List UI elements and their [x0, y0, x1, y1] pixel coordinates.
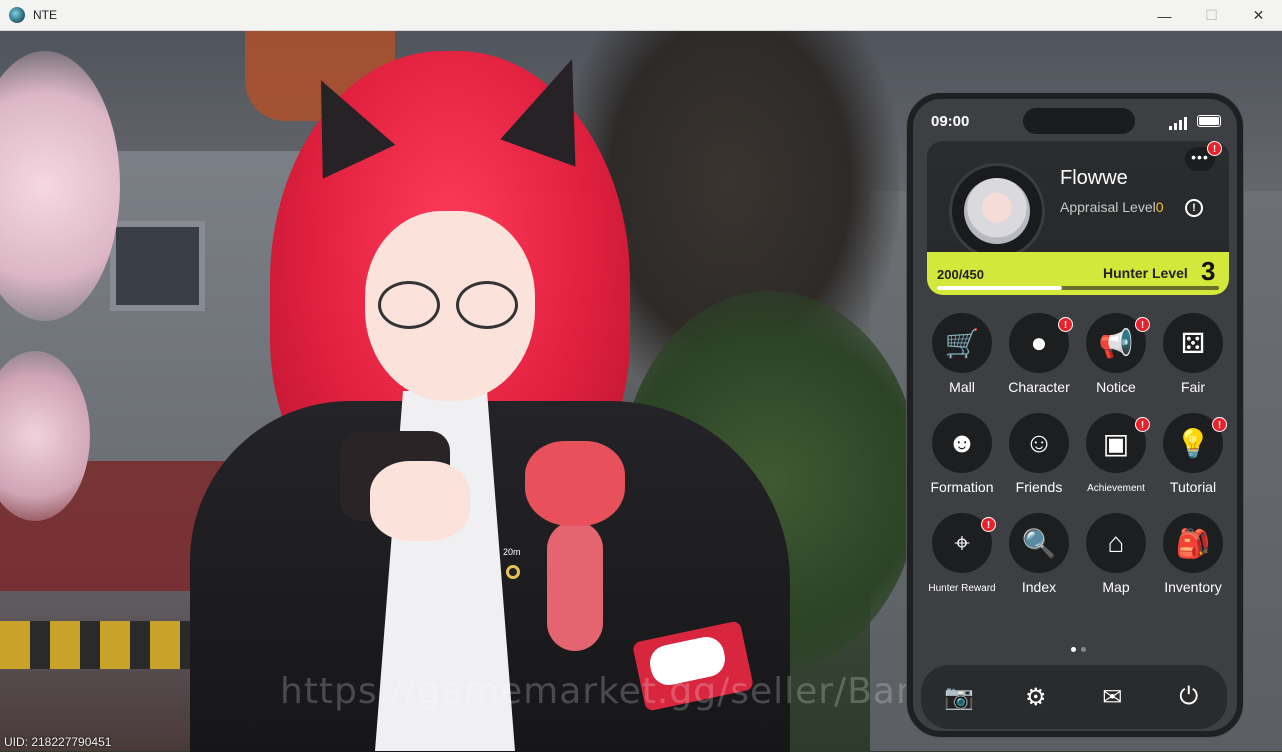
- dice-icon: ⚄: [1163, 313, 1223, 373]
- app-fair-button[interactable]: ⚄ Fair: [1154, 313, 1232, 403]
- close-button[interactable]: ✕: [1235, 0, 1282, 31]
- app-label: Tutorial: [1169, 479, 1217, 495]
- page-dot[interactable]: [1071, 647, 1076, 652]
- friends-icon: ☺: [1009, 413, 1069, 473]
- username: Flowwe: [1060, 167, 1128, 189]
- app-achievement-button[interactable]: ▣! Achievement: [1077, 413, 1155, 503]
- signal-icon: [1169, 116, 1191, 130]
- page-indicator: [1071, 647, 1091, 653]
- player-character: [170, 31, 790, 752]
- app-formation-button[interactable]: ☻ Formation: [923, 413, 1001, 503]
- app-index-button[interactable]: 🔍 Index: [1000, 513, 1078, 603]
- app-friends-button[interactable]: ☺ Friends: [1000, 413, 1078, 503]
- alert-badge: !: [1135, 417, 1150, 432]
- minimize-button[interactable]: —: [1141, 0, 1188, 31]
- hunter-level-value: 3: [1201, 256, 1216, 286]
- appraisal-level-value: 0: [1155, 199, 1164, 215]
- app-grid: 🛒 Mall ●! Character 📢! Notice ⚄ Fair ☻ Formation ☺…: [923, 313, 1233, 613]
- game-viewport[interactable]: 20m https://gamemarket.gg/seller/BangJoh…: [0, 31, 1282, 752]
- plush-body: [547, 521, 603, 651]
- app-map-button[interactable]: ⌂ Map: [1077, 513, 1155, 603]
- backpack-icon: 🎒: [1163, 513, 1223, 573]
- avatar-frame[interactable]: [949, 163, 1045, 259]
- xp-progress-fill: [937, 286, 1063, 290]
- phone-clock: 09:00: [931, 113, 970, 130]
- app-label: Fair: [1180, 379, 1206, 395]
- app-tutorial-button[interactable]: 💡! Tutorial: [1154, 413, 1232, 503]
- xp-progress-track: [937, 286, 1219, 290]
- alert-badge: !: [981, 517, 996, 532]
- mail-icon[interactable]: ✉: [1090, 675, 1134, 719]
- window-controls: — ☐ ✕: [1141, 0, 1282, 31]
- xp-text: 200/450: [937, 267, 984, 282]
- avatar: [964, 178, 1030, 244]
- game-window: NTE — ☐ ✕ 20m https://gamemarket.gg/sell…: [0, 0, 1282, 752]
- map-pin-icon: ⌂: [1086, 513, 1146, 573]
- title-bar: NTE — ☐ ✕: [0, 0, 1282, 31]
- maximize-button[interactable]: ☐: [1188, 0, 1235, 31]
- alert-badge: !: [1135, 317, 1150, 332]
- plush-head: [525, 441, 625, 526]
- window-title: NTE: [33, 8, 57, 22]
- character-glasses: [378, 281, 528, 331]
- app-character-button[interactable]: ●! Character: [1000, 313, 1078, 403]
- more-options-alert-badge: !: [1207, 141, 1222, 156]
- cat-plush-keychain: [525, 441, 625, 691]
- formation-icon: ☻: [932, 413, 992, 473]
- battery-icon: [1197, 115, 1221, 127]
- app-mall-button[interactable]: 🛒 Mall: [923, 313, 1001, 403]
- appraisal-info-icon[interactable]: !: [1185, 199, 1203, 217]
- distance-marker-label: 20m: [503, 547, 521, 557]
- hunter-level-bar: 200/450 Hunter Level 3: [927, 252, 1229, 295]
- nte-app-icon: [9, 7, 25, 23]
- appraisal-label: Appraisal Level: [1060, 199, 1156, 215]
- waypoint-marker-icon[interactable]: [506, 565, 520, 579]
- hunter-level-label: Hunter Level: [1103, 265, 1188, 281]
- alert-badge: !: [1058, 317, 1073, 332]
- app-notice-button[interactable]: 📢! Notice: [1077, 313, 1155, 403]
- camera-icon[interactable]: 📷: [937, 675, 981, 719]
- app-hunter-reward-button[interactable]: ⌖! Hunter Reward: [923, 513, 1001, 603]
- power-icon[interactable]: ⏻: [1167, 675, 1211, 719]
- index-icon: 🔍: [1009, 513, 1069, 573]
- appraisal-level: Appraisal Level0: [1060, 199, 1164, 215]
- phone-dock: 📷 ⚙ ✉ ⏻: [921, 665, 1227, 729]
- uid-label: UID: 218227790451: [4, 735, 112, 749]
- app-inventory-button[interactable]: 🎒 Inventory: [1154, 513, 1232, 603]
- character-hand: [370, 461, 470, 541]
- alert-badge: !: [1212, 417, 1227, 432]
- app-label: Inventory: [1164, 579, 1222, 595]
- phone-menu-panel: 09:00 ••• ! Flowwe Appraisal Level0 ! 20…: [907, 93, 1243, 737]
- phone-notch: [1023, 108, 1135, 134]
- cart-icon: 🛒: [932, 313, 992, 373]
- profile-card[interactable]: ••• ! Flowwe Appraisal Level0 ! 200/450 …: [927, 141, 1229, 295]
- settings-gear-icon[interactable]: ⚙: [1014, 675, 1058, 719]
- page-dot[interactable]: [1081, 647, 1086, 652]
